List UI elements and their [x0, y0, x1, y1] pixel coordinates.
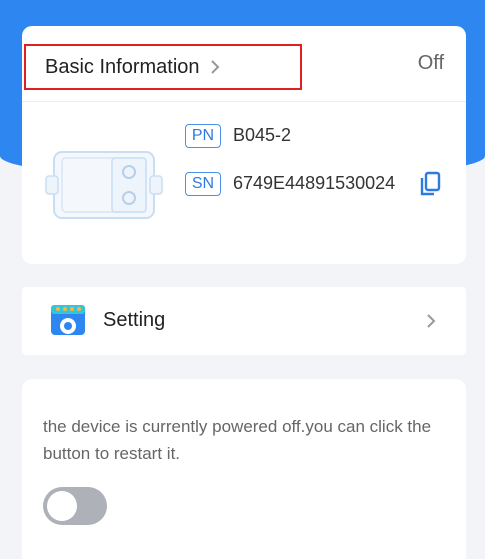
basic-info-title-highlight[interactable]: Basic Information [24, 44, 302, 90]
chevron-right-icon [426, 313, 436, 329]
power-off-message: the device is currently powered off.you … [43, 417, 432, 463]
copy-icon[interactable] [419, 171, 441, 197]
toggle-knob [47, 491, 77, 521]
sn-value: 6749E44891530024 [233, 173, 396, 193]
setting-label: Setting [103, 309, 166, 331]
basic-info-card: Basic Information Off PN B045-2 SN 6749E… [22, 26, 466, 264]
sn-tag: SN [185, 172, 221, 196]
setting-row[interactable]: Setting [22, 287, 466, 355]
basic-info-title: Basic Information [45, 55, 200, 78]
pn-value: B045-2 [233, 125, 292, 145]
power-card: the device is currently powered off.you … [22, 379, 466, 559]
device-image [44, 148, 164, 222]
setting-icon [49, 302, 87, 340]
device-status: Off [417, 52, 444, 74]
pn-tag: PN [185, 124, 221, 148]
power-toggle[interactable] [43, 487, 107, 525]
chevron-right-icon [210, 60, 220, 74]
basic-info-header[interactable]: Basic Information Off [22, 26, 466, 102]
